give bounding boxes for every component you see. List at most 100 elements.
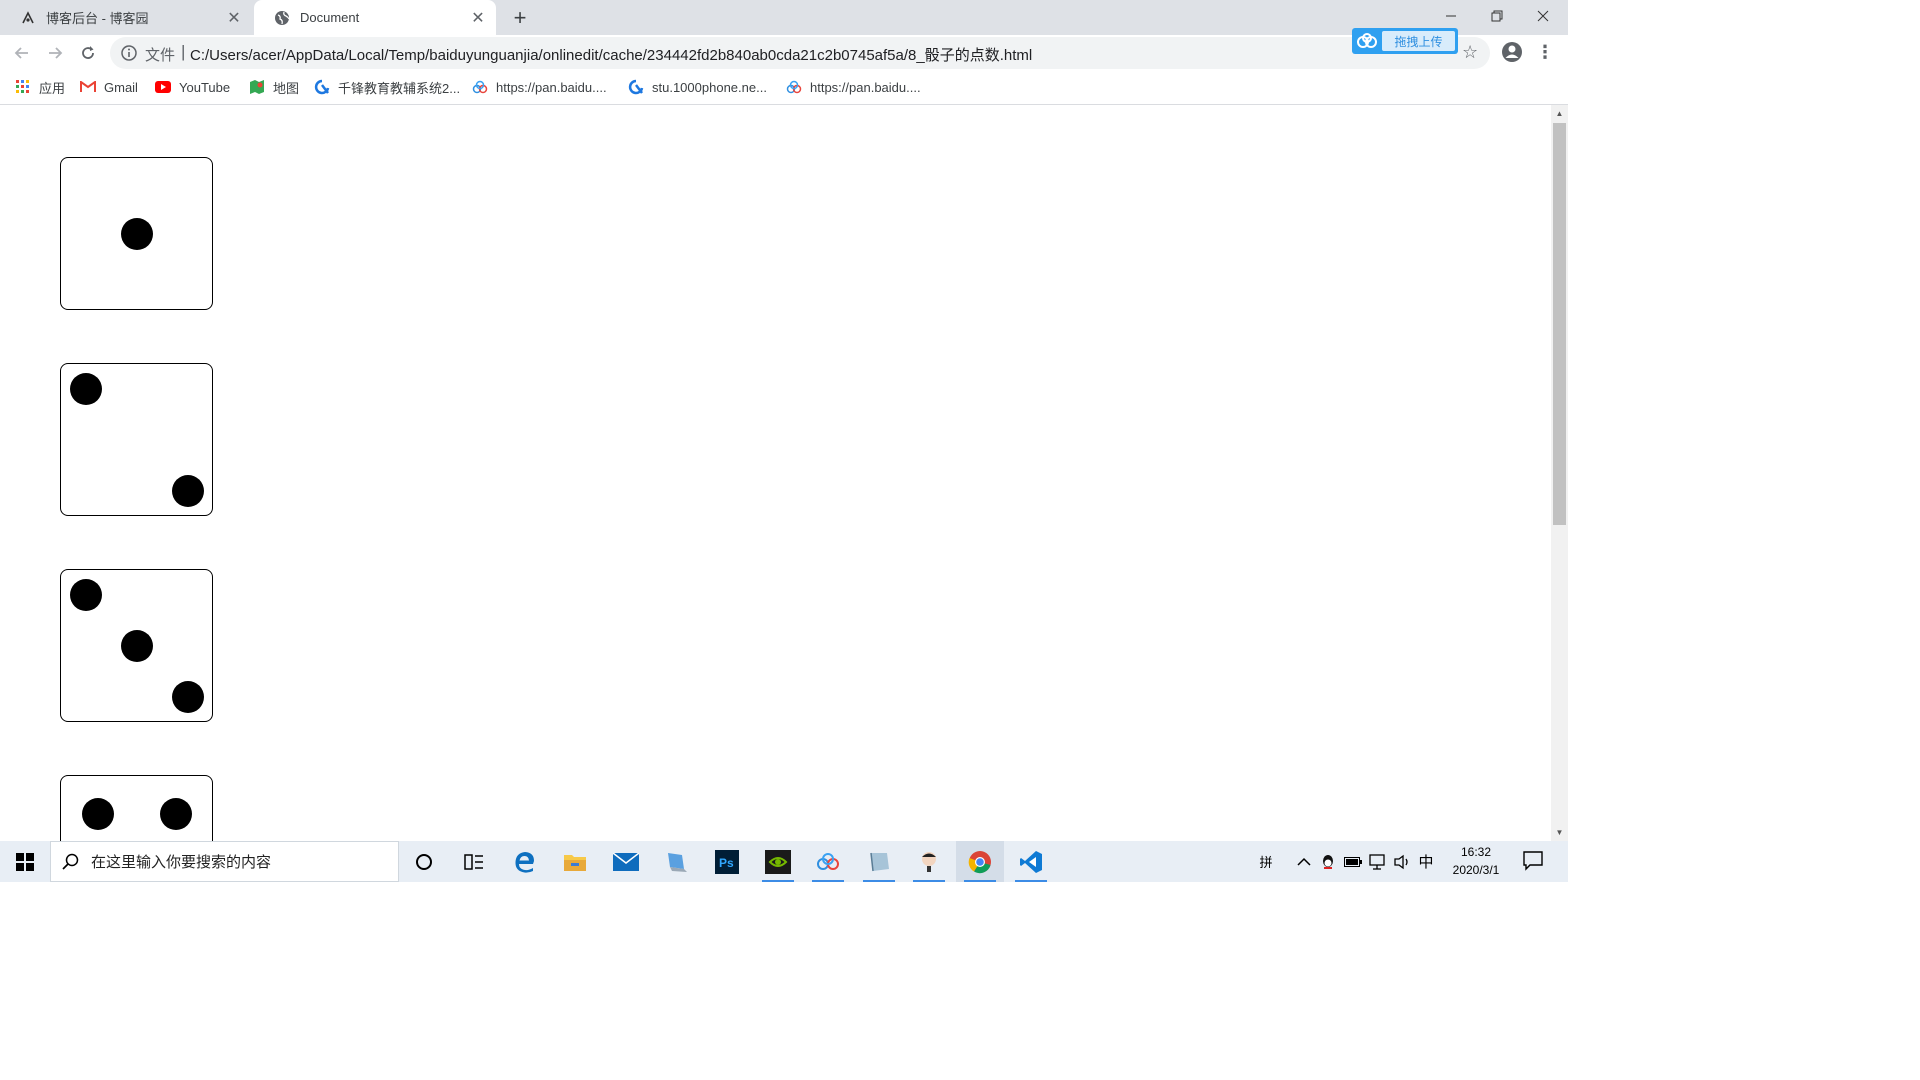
die-pip [70, 579, 102, 611]
close-window-button[interactable] [1520, 0, 1566, 32]
search-placeholder: 在这里输入你要搜索的内容 [91, 854, 272, 871]
app-icon[interactable] [653, 841, 701, 882]
bookmarks-bar: 应用 Gmail YouTube 地图 千锋教育教辅系统2... https:/… [0, 71, 1568, 105]
svg-text:Ps: Ps [719, 856, 734, 870]
avatar-app-icon[interactable] [905, 841, 953, 882]
vertical-scrollbar[interactable]: ▲ ▼ [1551, 105, 1568, 841]
search-icon [51, 853, 91, 871]
vscode-icon[interactable] [1007, 841, 1055, 882]
cnblogs-icon [20, 10, 36, 26]
scroll-down-arrow-icon[interactable]: ▼ [1551, 824, 1568, 841]
die-face-3 [60, 569, 213, 722]
input-language-indicator[interactable]: 中 [1415, 841, 1437, 882]
die-pip [172, 681, 204, 713]
bookmark-baidu-pan[interactable]: https://pan.baidu.... [472, 77, 607, 97]
battery-icon[interactable] [1342, 841, 1364, 882]
nvidia-icon[interactable] [754, 841, 802, 882]
tab-title: 博客后台 - 博客园 [46, 11, 149, 26]
new-tab-button[interactable]: + [508, 5, 532, 30]
address-bar[interactable]: 文件 | C:/Users/acer/AppData/Local/Temp/ba… [110, 37, 1490, 69]
die-pip [70, 373, 102, 405]
maps-icon [249, 79, 265, 95]
cortana-icon[interactable] [400, 841, 448, 882]
youtube-icon [155, 79, 171, 95]
die-face-4 [60, 775, 213, 841]
show-hidden-icons-button[interactable] [1294, 841, 1314, 882]
browser-toolbar: 文件 | C:/Users/acer/AppData/Local/Temp/ba… [0, 35, 1568, 71]
bookmark-baidu-pan[interactable]: https://pan.baidu.... [786, 77, 921, 97]
bookmark-star-icon[interactable]: ☆ [1462, 42, 1478, 63]
volume-icon[interactable] [1391, 841, 1413, 882]
scroll-up-arrow-icon[interactable]: ▲ [1551, 105, 1568, 122]
bookmark-1000phone[interactable]: stu.1000phone.ne... [628, 77, 767, 97]
scheme-label: 文件 [145, 47, 176, 64]
photoshop-icon[interactable]: Ps [703, 841, 751, 882]
taskbar-search-box[interactable]: 在这里输入你要搜索的内容 [50, 841, 399, 882]
page-content [0, 105, 1551, 841]
bookmark-apps[interactable]: 应用 [15, 77, 65, 97]
qianfeng-icon [628, 79, 644, 95]
tab-cnblogs[interactable]: 博客后台 - 博客园 ✕ [0, 0, 252, 35]
die-pip [172, 475, 204, 507]
die-pip [121, 630, 153, 662]
menu-button[interactable]: ⋮ [1535, 40, 1555, 64]
forward-button[interactable] [41, 39, 69, 67]
info-icon[interactable] [120, 44, 138, 62]
clock-date: 2020/3/1 [1452, 863, 1500, 877]
ime-mode-indicator[interactable]: 拼 [1254, 841, 1278, 882]
baidu-pan-icon [472, 79, 488, 95]
notification-center-icon[interactable] [1522, 849, 1546, 873]
close-tab-icon[interactable]: ✕ [224, 8, 244, 28]
die-pip [121, 218, 153, 250]
bookmark-label: 千锋教育教辅系统2... [338, 80, 461, 96]
die-face-2 [60, 363, 213, 516]
windows-taskbar: 在这里输入你要搜索的内容 Ps 拼 中 16:32 2020/3/1 [0, 841, 1568, 882]
bookmark-label: 应用 [39, 80, 66, 96]
back-button[interactable] [8, 39, 36, 67]
profile-avatar-icon[interactable] [1500, 40, 1524, 64]
baidu-pan-icon [786, 79, 802, 95]
network-icon[interactable] [1367, 841, 1389, 882]
bookmark-label: 地图 [273, 80, 300, 96]
die-pip [160, 798, 192, 830]
system-clock[interactable]: 16:32 2020/3/1 [1440, 843, 1512, 881]
edge-icon[interactable] [501, 841, 549, 882]
globe-icon [274, 10, 290, 26]
apps-grid-icon [15, 79, 31, 95]
tab-title: Document [300, 10, 360, 25]
clock-time: 16:32 [1460, 845, 1492, 859]
qq-icon[interactable] [1318, 841, 1338, 882]
notes-icon[interactable] [855, 841, 903, 882]
scheme-separator: | [181, 42, 186, 61]
tab-strip: 博客后台 - 博客园 ✕ Document ✕ + [0, 0, 1568, 35]
url-text[interactable]: C:/Users/acer/AppData/Local/Temp/baiduyu… [190, 44, 1032, 65]
baidu-upload-label: 拖拽上传 [1382, 31, 1455, 51]
baidu-upload-widget[interactable]: 拖拽上传 [1352, 28, 1458, 54]
mail-icon[interactable] [602, 841, 650, 882]
restore-button[interactable] [1474, 0, 1520, 32]
qianfeng-icon [314, 79, 330, 95]
bookmark-qianfeng[interactable]: 千锋教育教辅系统2... [314, 77, 460, 97]
bookmark-maps[interactable]: 地图 [249, 77, 299, 97]
bookmark-label: YouTube [179, 79, 231, 95]
die-pip [82, 798, 114, 830]
chrome-icon[interactable] [956, 841, 1004, 882]
reload-button[interactable] [74, 39, 102, 67]
close-tab-icon[interactable]: ✕ [468, 8, 488, 28]
bookmark-youtube[interactable]: YouTube [155, 77, 230, 97]
bookmark-label: stu.1000phone.ne... [652, 79, 767, 95]
tab-document[interactable]: Document ✕ [254, 0, 496, 35]
windows-logo-icon [16, 852, 34, 871]
bookmark-label: https://pan.baidu.... [496, 79, 607, 95]
scrollbar-thumb[interactable] [1553, 123, 1566, 525]
die-face-1 [60, 157, 213, 310]
start-button[interactable] [0, 841, 50, 882]
baidu-netdisk-icon[interactable] [804, 841, 852, 882]
file-explorer-icon[interactable] [551, 841, 599, 882]
bookmark-label: https://pan.baidu.... [810, 79, 921, 95]
gmail-icon [80, 79, 96, 95]
bookmark-label: Gmail [104, 79, 138, 95]
baidu-cloud-icon [1352, 28, 1382, 54]
bookmark-gmail[interactable]: Gmail [80, 77, 138, 97]
task-view-icon[interactable] [450, 841, 498, 882]
